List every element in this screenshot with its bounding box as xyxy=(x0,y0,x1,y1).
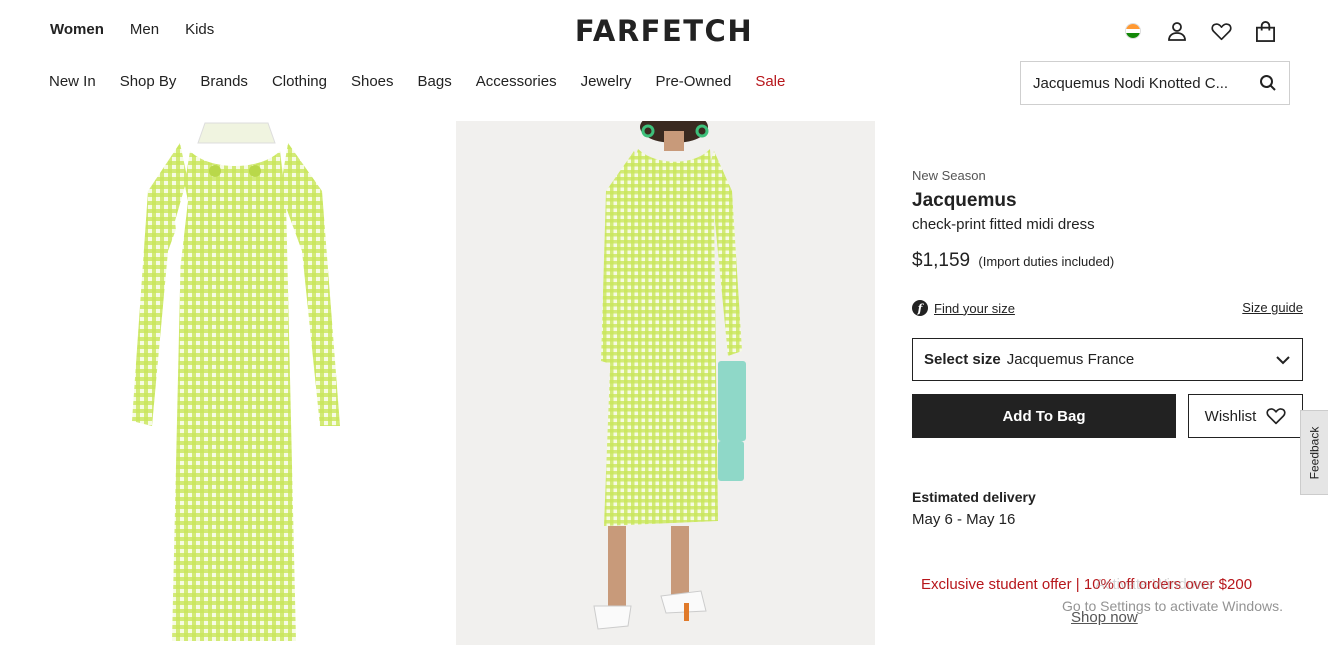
product-name: check-print fitted midi dress xyxy=(912,216,1095,233)
shopping-bag-icon[interactable] xyxy=(1252,18,1278,44)
nav-accessories[interactable]: Accessories xyxy=(476,73,557,90)
product-image-model[interactable] xyxy=(456,121,875,645)
header-icons xyxy=(1120,18,1278,44)
feedback-tab[interactable]: Feedback xyxy=(1300,410,1328,495)
chevron-down-icon xyxy=(1276,355,1290,364)
find-size-link[interactable]: Find your size xyxy=(934,301,1015,316)
windows-watermark-subtitle: Go to Settings to activate Windows. xyxy=(1062,598,1283,614)
nav-jewelry[interactable]: Jewelry xyxy=(581,73,632,90)
wishlist-heart-icon[interactable] xyxy=(1208,18,1234,44)
season-label: New Season xyxy=(912,168,986,183)
size-guide-link[interactable]: Size guide xyxy=(1242,300,1303,315)
brand-name[interactable]: Jacquemus xyxy=(912,190,1017,212)
fit-predictor-icon: f xyxy=(912,300,928,316)
search-box[interactable]: Jacquemus Nodi Knotted C... xyxy=(1020,61,1290,105)
price-value: $1,159 xyxy=(912,250,971,271)
find-size[interactable]: f Find your size xyxy=(912,300,1015,316)
nav-brands[interactable]: Brands xyxy=(200,73,248,90)
heart-icon xyxy=(1266,408,1286,425)
nav-pre-owned[interactable]: Pre-Owned xyxy=(655,73,731,90)
delivery-date: May 6 - May 16 xyxy=(912,511,1016,528)
search-input[interactable]: Jacquemus Nodi Knotted C... xyxy=(1033,75,1249,92)
size-select-label: Select size xyxy=(924,351,1001,368)
product-price: $1,159 (Import duties included) xyxy=(912,250,1114,272)
size-select-value: Jacquemus France xyxy=(1006,351,1135,368)
india-flag-icon[interactable] xyxy=(1120,18,1146,44)
delivery-title: Estimated delivery xyxy=(912,489,1036,505)
account-icon[interactable] xyxy=(1164,18,1190,44)
wishlist-button[interactable]: Wishlist xyxy=(1188,394,1303,438)
windows-watermark-title: Activate Windows xyxy=(1095,576,1214,593)
nav-shop-by[interactable]: Shop By xyxy=(120,73,177,90)
nav-sale[interactable]: Sale xyxy=(755,73,785,90)
category-nav: New In Shop By Brands Clothing Shoes Bag… xyxy=(49,73,785,90)
wishlist-label: Wishlist xyxy=(1204,407,1257,425)
feedback-label: Feedback xyxy=(1307,426,1322,479)
search-icon[interactable] xyxy=(1259,74,1277,92)
size-select[interactable]: Select size Jacquemus France xyxy=(912,338,1303,381)
nav-clothing[interactable]: Clothing xyxy=(272,73,327,90)
price-note: (Import duties included) xyxy=(978,254,1115,269)
add-to-bag-button[interactable]: Add To Bag xyxy=(912,394,1176,438)
nav-new-in[interactable]: New In xyxy=(49,73,96,90)
product-image-front[interactable] xyxy=(40,121,420,645)
nav-shoes[interactable]: Shoes xyxy=(351,73,394,90)
nav-bags[interactable]: Bags xyxy=(418,73,452,90)
